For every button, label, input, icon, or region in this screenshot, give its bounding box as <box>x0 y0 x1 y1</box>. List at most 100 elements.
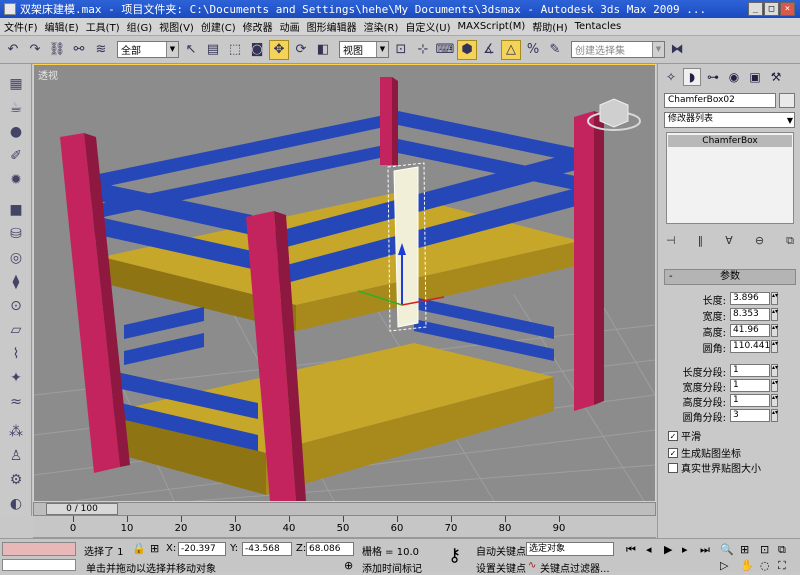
viewport-label[interactable]: 透视 <box>38 67 58 82</box>
fillet-segs-spinner[interactable]: ▴▾ <box>771 409 778 422</box>
lights-icon[interactable]: ✹ <box>6 170 26 190</box>
zoom-extents-all-icon[interactable]: ⧉ <box>778 543 786 557</box>
camera-icon[interactable]: ◐ <box>6 494 26 514</box>
time-slider[interactable]: 0 / 100 <box>33 502 656 516</box>
go-to-end-icon[interactable]: ⏭ <box>700 543 710 557</box>
snap-toggle-icon[interactable]: ⬢ <box>457 39 477 60</box>
stack-item-chamferbox[interactable]: ChamferBox <box>668 135 792 147</box>
make-unique-icon[interactable]: ∀ <box>725 234 733 250</box>
motion-tab-icon[interactable]: ◉ <box>725 68 743 86</box>
x-coord-field[interactable]: -20.397 <box>178 542 226 556</box>
pin-stack-icon[interactable]: ⊣ <box>666 234 676 250</box>
spinner-snap-icon[interactable]: % <box>523 40 543 60</box>
maxscript-input[interactable] <box>2 559 76 571</box>
perspective-viewport[interactable]: 透视 <box>33 64 656 502</box>
key-icon[interactable]: ⚷ <box>448 545 461 566</box>
selected-object-dropdown[interactable]: 选定对象 <box>526 542 614 556</box>
auto-key-button[interactable]: 自动关键点 <box>476 543 526 558</box>
gen-mapping-checkbox[interactable]: ✓ 生成贴图坐标 <box>668 445 741 460</box>
modifier-list-dropdown[interactable]: 修改器列表 ▼ <box>664 112 795 128</box>
add-time-tag[interactable]: 添加时间标记 <box>362 560 422 575</box>
menu-graph-editors[interactable]: 图形编辑器 <box>307 19 357 34</box>
select-manipulate-icon[interactable]: ⊹ <box>413 40 433 60</box>
z-coord-field[interactable]: 68.086 <box>306 542 354 556</box>
length-spinner[interactable]: ▴▾ <box>771 292 778 305</box>
configure-sets-icon[interactable]: ⧉ <box>786 234 794 250</box>
close-button[interactable]: × <box>780 2 795 16</box>
sphere-icon[interactable]: ● <box>6 122 26 142</box>
object-color-swatch[interactable] <box>779 93 795 108</box>
systems-icon[interactable]: ≈ <box>6 392 26 412</box>
remove-modifier-icon[interactable]: ⊖ <box>755 234 764 250</box>
chamfer-box-icon[interactable]: ■ <box>6 200 26 220</box>
y-coord-field[interactable]: -43.568 <box>242 542 292 556</box>
lock-selection-icon[interactable]: 🔒 <box>132 542 146 555</box>
space-warp-icon[interactable]: ⌇ <box>6 344 26 364</box>
time-tag-icon[interactable]: ⊕ <box>344 559 353 572</box>
biped-icon[interactable]: ♙ <box>6 446 26 466</box>
hierarchy-tab-icon[interactable]: ⊶ <box>704 68 722 86</box>
undo-icon[interactable]: ↶ <box>3 40 23 60</box>
menu-customize[interactable]: 自定义(U) <box>405 19 450 34</box>
select-rotate-icon[interactable]: ⟳ <box>291 40 311 60</box>
reference-coord-dropdown[interactable]: 视图 ▼ <box>339 41 389 58</box>
modify-tab-icon[interactable]: ◗ <box>683 68 701 86</box>
cylinder-icon[interactable]: ⛁ <box>6 224 26 244</box>
length-segs-spinner[interactable]: ▴▾ <box>771 364 778 377</box>
angle-snap-icon[interactable]: ∡ <box>479 40 499 60</box>
display-tab-icon[interactable]: ▣ <box>746 68 764 86</box>
menu-modifiers[interactable]: 修改器 <box>243 19 273 34</box>
menu-help[interactable]: 帮助(H) <box>532 19 567 34</box>
width-segs-spinner[interactable]: ▴▾ <box>771 379 778 392</box>
rect-selection-icon[interactable]: ⬚ <box>225 40 245 60</box>
play-icon[interactable]: ▶ <box>664 543 672 556</box>
helpers-icon[interactable]: ✦ <box>6 368 26 388</box>
menu-edit[interactable]: 编辑(E) <box>45 19 79 34</box>
minimize-button[interactable]: _ <box>748 2 763 16</box>
length-segs-field[interactable]: 1 <box>730 364 770 377</box>
zoom-icon[interactable]: 🔍 <box>720 543 734 556</box>
field-of-view-icon[interactable]: ▷ <box>720 559 728 572</box>
pivot-center-icon[interactable]: ⊡ <box>391 40 411 60</box>
set-key-button[interactable]: 设置关键点 <box>476 560 526 575</box>
real-world-map-checkbox[interactable]: 真实世界贴图大小 <box>668 460 761 475</box>
height-segs-spinner[interactable]: ▴▾ <box>771 394 778 407</box>
smooth-checkbox[interactable]: ✓ 平滑 <box>668 428 701 443</box>
select-by-name-icon[interactable]: ▤ <box>203 40 223 60</box>
menu-animation[interactable]: 动画 <box>280 19 300 34</box>
track-bar[interactable]: 0 10 20 30 40 50 60 70 80 90 <box>33 516 656 538</box>
menu-tentacles[interactable]: Tentacles <box>575 21 622 32</box>
create-box-icon[interactable]: ▦ <box>6 74 26 94</box>
keyboard-shortcut-icon[interactable]: ⌨ <box>435 40 455 60</box>
select-scale-icon[interactable]: ◧ <box>313 40 333 60</box>
menu-create[interactable]: 创建(C) <box>201 19 236 34</box>
window-crossing-icon[interactable]: ◙ <box>247 40 267 60</box>
maxscript-listener[interactable] <box>2 542 76 556</box>
width-field[interactable]: 8.353 <box>730 308 770 321</box>
width-segs-field[interactable]: 1 <box>730 379 770 392</box>
mirror-icon[interactable]: ⧓ <box>667 40 687 60</box>
create-tab-icon[interactable]: ✧ <box>662 68 680 86</box>
length-field[interactable]: 3.896 <box>730 292 770 305</box>
select-move-icon[interactable]: ✥ <box>269 39 289 60</box>
maximize-button[interactable]: □ <box>764 2 779 16</box>
edit-named-selection-icon[interactable]: ✎ <box>545 40 565 60</box>
show-end-result-icon[interactable]: ‖ <box>698 234 704 250</box>
plane-icon[interactable]: ▱ <box>6 320 26 340</box>
percent-snap-icon[interactable]: △ <box>501 39 521 60</box>
height-field[interactable]: 41.96 <box>730 324 770 337</box>
next-frame-icon[interactable]: ▸ <box>682 543 688 556</box>
shapes-icon[interactable]: ✐ <box>6 146 26 166</box>
menu-group[interactable]: 组(G) <box>127 19 153 34</box>
width-spinner[interactable]: ▴▾ <box>771 308 778 321</box>
object-name-field[interactable]: ChamferBox02 <box>664 93 776 108</box>
time-slider-thumb[interactable]: 0 / 100 <box>46 503 118 515</box>
height-spinner[interactable]: ▴▾ <box>771 324 778 337</box>
pan-icon[interactable]: ✋ <box>740 559 754 572</box>
orbit-icon[interactable]: ◌ <box>760 559 770 572</box>
fillet-field[interactable]: 110.441 <box>730 340 770 353</box>
parameters-rollout-header[interactable]: - 参数 <box>664 269 796 285</box>
prev-frame-icon[interactable]: ◂ <box>646 543 652 556</box>
link-icon[interactable]: ⛓ <box>47 40 67 60</box>
tube-icon[interactable]: ◎ <box>6 248 26 268</box>
